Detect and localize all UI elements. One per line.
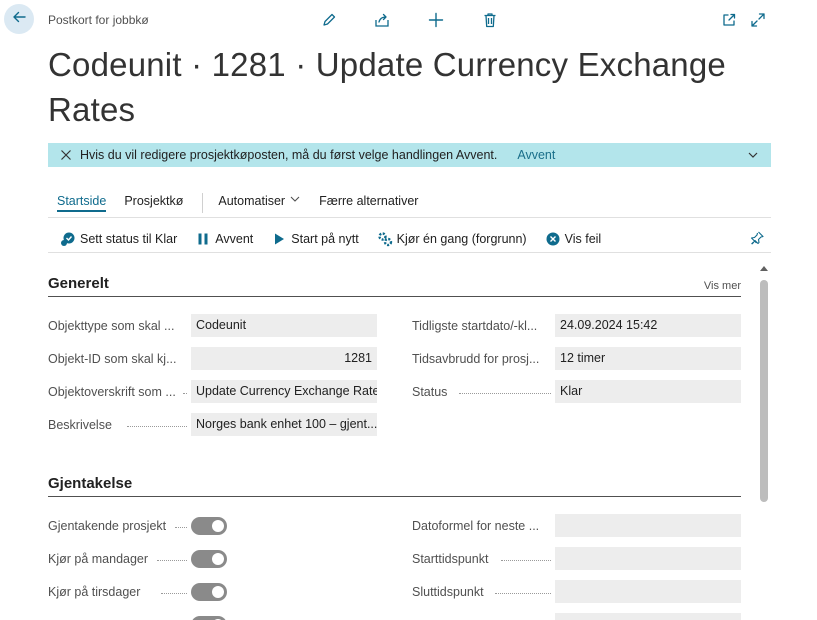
chevron-down-icon [289, 188, 301, 214]
section-divider [48, 496, 741, 497]
field-run-monday: Kjør på mandager [48, 547, 227, 570]
field-object-id: Objekt-ID som skal kj... 1281 [48, 347, 377, 370]
delete-icon[interactable] [480, 10, 500, 30]
run-monday-toggle[interactable] [191, 549, 227, 568]
scrollbar-thumb[interactable] [760, 280, 768, 502]
earliest-start-value[interactable]: 24.09.2024 15:42 [555, 314, 741, 337]
expand-icon[interactable] [748, 10, 768, 30]
tab-automate[interactable]: Automatiser [209, 188, 310, 218]
pause-icon [195, 231, 211, 247]
object-type-value[interactable]: Codeunit [191, 314, 377, 337]
banner-hold-link[interactable]: Avvent [517, 148, 555, 162]
field-run-wednesday-partial [48, 613, 227, 620]
page-title: Codeunit · 1281 · Update Currency Exchan… [48, 46, 726, 128]
arrow-left-icon [11, 9, 27, 30]
edit-icon[interactable] [319, 10, 339, 30]
partial-value[interactable] [555, 613, 741, 620]
play-icon [271, 231, 287, 247]
section-recurrence-title: Gjentakelse [48, 475, 133, 492]
close-icon[interactable] [60, 149, 72, 161]
action-bar-tabs: Startside Prosjektkø Automatiser Færre a… [48, 188, 771, 218]
timeout-value[interactable]: 12 timer [555, 347, 741, 370]
fewer-options-button[interactable]: Færre alternativer [310, 188, 427, 218]
back-button[interactable] [4, 4, 34, 34]
run-tuesday-toggle[interactable] [191, 582, 227, 601]
field-earliest-start: Tidligste startdato/-kl... 24.09.2024 15… [412, 314, 741, 337]
add-icon[interactable] [426, 10, 446, 30]
field-next-run-date-formula: Datoformel for neste ... [412, 514, 741, 537]
field-partial-row [412, 613, 741, 620]
breadcrumb: Postkort for jobbkø [48, 13, 149, 27]
show-more-link[interactable]: Vis mer [704, 280, 741, 292]
next-run-date-formula-value[interactable] [555, 514, 741, 537]
section-divider [48, 296, 741, 297]
field-run-tuesday: Kjør på tirsdager [48, 580, 227, 603]
banner-message: Hvis du vil redigere prosjektkøposten, m… [80, 148, 498, 162]
run-once-button[interactable]: Kjør én gang (forgrunn) [377, 231, 527, 247]
status-value[interactable]: Klar [555, 380, 741, 403]
action-bar: Sett status til Klar Avvent Start på nyt… [48, 225, 771, 253]
restart-button[interactable]: Start på nytt [271, 231, 359, 247]
show-error-button[interactable]: Vis feil [545, 231, 601, 247]
run-wednesday-toggle[interactable] [191, 615, 227, 620]
object-id-value[interactable]: 1281 [191, 347, 377, 370]
start-time-value[interactable] [555, 547, 741, 570]
field-start-time: Starttidspunkt [412, 547, 741, 570]
gears-icon [377, 231, 393, 247]
field-end-time: Sluttidspunkt [412, 580, 741, 603]
object-caption-value[interactable]: Update Currency Exchange Rates [191, 380, 377, 403]
field-object-caption: Objektoverskrift som ... Update Currency… [48, 380, 377, 403]
tab-job-queue[interactable]: Prosjektkø [115, 188, 192, 218]
description-value[interactable]: Norges bank enhet 100 – gjent... [191, 413, 377, 436]
notification-banner: Hvis du vil redigere prosjektkøposten, m… [48, 143, 771, 167]
field-description: Beskrivelse Norges bank enhet 100 – gjen… [48, 413, 377, 436]
hold-button[interactable]: Avvent [195, 231, 253, 247]
error-icon [545, 231, 561, 247]
tab-home[interactable]: Startside [48, 188, 115, 218]
field-recurring-job: Gjentakende prosjekt [48, 514, 227, 537]
chevron-down-icon[interactable] [747, 149, 759, 164]
set-status-ready-button[interactable]: Sett status til Klar [60, 231, 177, 247]
share-icon[interactable] [372, 10, 392, 30]
end-time-value[interactable] [555, 580, 741, 603]
status-ready-icon [60, 231, 76, 247]
pin-icon[interactable] [749, 230, 765, 249]
tab-separator [202, 192, 204, 213]
scroll-up-icon[interactable] [759, 264, 769, 274]
open-new-window-icon[interactable] [719, 10, 739, 30]
field-timeout: Tidsavbrudd for prosj... 12 timer [412, 347, 741, 370]
section-general-title: Generelt [48, 275, 109, 292]
field-status: Status Klar [412, 380, 741, 403]
field-object-type: Objekttype som skal ... Codeunit [48, 314, 377, 337]
recurring-job-toggle[interactable] [191, 516, 227, 535]
